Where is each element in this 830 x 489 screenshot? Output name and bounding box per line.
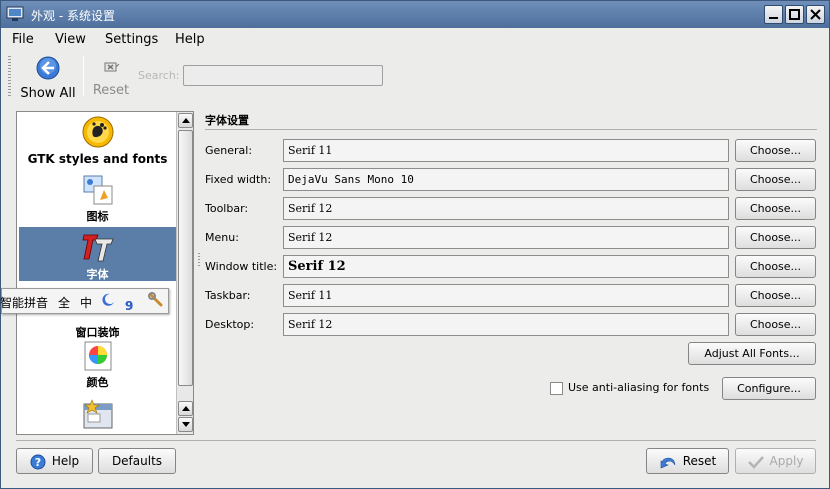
- search-label: Search:: [138, 69, 180, 82]
- taskbar-choose-button[interactable]: Choose...: [735, 284, 816, 307]
- fixed-width-font-label: Fixed width:: [205, 173, 272, 186]
- undo-arrow-icon: [660, 457, 676, 468]
- scroll-up-button-lower[interactable]: [178, 401, 193, 416]
- list-item-fonts[interactable]: 字体: [19, 227, 176, 281]
- antialiasing-checkbox[interactable]: [550, 382, 563, 395]
- menu-settings[interactable]: Settings: [105, 32, 158, 47]
- desktop-font-field: Serif 12: [283, 313, 729, 336]
- menu-font-label: Menu:: [205, 231, 239, 244]
- splitter-handle[interactable]: [198, 253, 200, 267]
- ime-punct-glyph-b: 9: [125, 299, 134, 313]
- list-item-icons[interactable]: 图标: [19, 174, 176, 226]
- fixed-width-choose-button[interactable]: Choose...: [735, 168, 816, 191]
- settings-window: 外观 - 系统设置 File View Settings Help Show A…: [0, 0, 830, 489]
- configure-button[interactable]: Configure...: [722, 377, 816, 400]
- reset-button[interactable]: Reset: [646, 448, 729, 474]
- menu-file[interactable]: File: [12, 32, 34, 47]
- window-title-font-field: Serif 12: [283, 255, 729, 278]
- list-item-style[interactable]: [19, 398, 176, 432]
- general-font-field: Serif 11: [283, 139, 729, 162]
- icons-icon: [83, 175, 112, 205]
- desktop-font-label: Desktop:: [205, 318, 255, 331]
- list-item-gtk-styles[interactable]: GTK styles and fonts: [19, 116, 176, 170]
- checkmark-icon: [747, 455, 764, 469]
- scroll-down-button[interactable]: [178, 417, 193, 432]
- adjust-all-fonts-button[interactable]: Adjust All Fonts...: [688, 342, 816, 365]
- list-item-label: 颜色: [86, 376, 109, 389]
- apply-label: Apply: [769, 454, 804, 468]
- apply-button[interactable]: Apply: [735, 448, 816, 474]
- search-input[interactable]: [183, 65, 383, 86]
- menu-help[interactable]: Help: [175, 32, 205, 47]
- help-icon: ?: [30, 454, 46, 469]
- window-title-choose-button[interactable]: Choose...: [735, 255, 816, 278]
- arrow-up-icon: [182, 118, 190, 123]
- list-item-label: 字体: [86, 268, 109, 281]
- gnome-foot-icon: [82, 116, 113, 148]
- section-divider: [205, 129, 817, 130]
- window-title: 外观 - 系统设置: [31, 9, 115, 23]
- toolbar: Show All Reset: [1, 52, 829, 101]
- menu-bar: File View Settings Help: [1, 28, 829, 51]
- scroll-thumb[interactable]: [178, 130, 193, 386]
- taskbar-font-field: Serif 11: [283, 284, 729, 307]
- taskbar-font-label: Taskbar:: [205, 289, 251, 302]
- icon-list-scrollbar[interactable]: [176, 112, 193, 434]
- bottom-divider: [16, 440, 816, 441]
- system-settings-icon: [6, 6, 24, 22]
- help-button[interactable]: ? Help: [16, 448, 93, 474]
- arrow-up-icon: [182, 406, 190, 411]
- svg-text:?: ?: [35, 456, 41, 469]
- general-font-label: General:: [205, 144, 253, 157]
- defaults-button[interactable]: Defaults: [98, 448, 176, 474]
- maximize-button[interactable]: [785, 5, 804, 24]
- show-all-label: Show All: [20, 86, 76, 101]
- list-item-label: 窗口装饰: [75, 326, 120, 339]
- general-choose-button[interactable]: Choose...: [735, 139, 816, 162]
- menu-view[interactable]: View: [55, 32, 86, 47]
- menu-choose-button[interactable]: Choose...: [735, 226, 816, 249]
- ime-full-width-toggle[interactable]: 全: [58, 294, 70, 311]
- toolbar-font-label: Toolbar:: [205, 202, 249, 215]
- close-button[interactable]: [806, 5, 825, 24]
- wrench-icon[interactable]: [148, 292, 164, 311]
- toolbar-font-field: Serif 12: [283, 197, 729, 220]
- title-bar[interactable]: 外观 - 系统设置: [1, 1, 829, 28]
- list-item-label: 图标: [86, 210, 109, 223]
- list-item-label: GTK styles and fonts: [27, 152, 168, 166]
- list-item-colors[interactable]: 颜色: [19, 340, 176, 392]
- ime-name[interactable]: 智能拼音: [0, 294, 48, 311]
- ime-status-bar[interactable]: 智能拼音 全 中 99: [0, 288, 169, 314]
- desktop-choose-button[interactable]: Choose...: [735, 313, 816, 336]
- section-title: 字体设置: [205, 114, 249, 127]
- help-label: Help: [51, 454, 80, 468]
- menu-font-field: Serif 12: [283, 226, 729, 249]
- antialiasing-label[interactable]: Use anti-aliasing for fonts: [568, 381, 709, 394]
- scroll-up-button[interactable]: [178, 113, 193, 128]
- module-icon-list: GTK styles and fonts 图标 字体 窗口装饰 颜色: [16, 111, 194, 435]
- style-icon: [83, 399, 112, 429]
- ime-chinese-toggle[interactable]: 中: [80, 294, 92, 311]
- reset-icon: [104, 62, 120, 72]
- fonts-icon: [82, 234, 114, 262]
- toolbar-separator: [83, 56, 84, 96]
- colors-icon: [84, 341, 111, 371]
- moon-icon[interactable]: [101, 293, 115, 310]
- arrow-down-icon: [182, 422, 190, 427]
- back-arrow-icon: [36, 56, 60, 80]
- minimize-button[interactable]: [764, 5, 783, 24]
- toolbar-grip[interactable]: [8, 56, 11, 96]
- reset-label: Reset: [682, 454, 717, 468]
- toolbar-reset-label: Reset: [92, 83, 130, 98]
- toolbar-reset-button[interactable]: Reset: [89, 58, 133, 98]
- fixed-width-font-field: DejaVu Sans Mono 10: [283, 168, 729, 191]
- toolbar-choose-button[interactable]: Choose...: [735, 197, 816, 220]
- show-all-button[interactable]: Show All: [17, 56, 79, 101]
- window-title-font-label: Window title:: [205, 260, 278, 273]
